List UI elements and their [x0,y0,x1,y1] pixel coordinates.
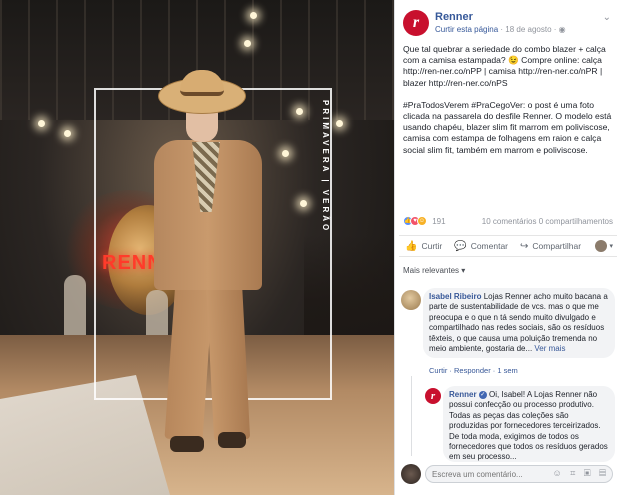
like-page-link[interactable]: Curtir esta página [435,25,498,34]
comment-button[interactable]: 💬 Comentar [448,241,514,252]
collection-label: PRIMAVERA | VERÃO [321,100,330,234]
renner-logo[interactable]: r [425,388,441,404]
stage-light [336,120,343,127]
comment-count[interactable]: 10 comentários [482,217,537,226]
reactions-bar[interactable]: 👍♥ ☺ 191 10 comentários 0 compartilhament… [403,216,613,230]
haha-reaction-icon: ☺ [417,216,427,226]
comment-author[interactable]: Isabel Ribeiro [429,292,481,301]
avatar[interactable] [595,240,608,252]
comment-filter[interactable]: Mais relevantes ▾ [403,266,465,275]
post-date[interactable]: 18 de agosto [505,25,551,34]
post-photo[interactable]: RENNER PRIMAVERA | VERÃO [0,0,394,495]
caret-down-icon: ▾ [461,266,466,275]
post-header: r Renner Curtir esta página · 18 de agos… [403,10,613,46]
comment-actions[interactable]: Curtir · Responder · 1 sem [429,366,518,375]
chevron-down-icon[interactable]: ⌄ [603,12,611,23]
avatar[interactable] [401,290,421,310]
verified-badge-icon: ✓ [478,390,487,399]
comment-bubble: Isabel Ribeiro Lojas Renner acho muito b… [423,288,615,359]
comment-text: Oi, Isabel! A Lojas Renner não possui co… [449,390,608,462]
globe-icon: · ◉ [553,25,566,34]
share-icon: ↪ [520,240,529,252]
stage-light [64,130,71,137]
reply-thread-line [411,376,412,456]
runway-model [140,70,280,470]
post-panel: r Renner Curtir esta página · 18 de agos… [394,0,620,495]
post-text: Que tal quebrar a seriedade do combo bla… [403,44,613,167]
post-paragraph: Que tal quebrar a seriedade do combo bla… [403,44,606,88]
page-name[interactable]: Renner [435,11,473,23]
comment-text: Lojas Renner acho muito bacana a parte d… [429,292,608,354]
share-button[interactable]: ↪ Compartilhar [514,241,587,252]
thumbs-up-icon: 👍 [405,240,418,252]
caret-down-icon[interactable]: ▾ [609,242,613,250]
comment-share-counts[interactable]: 10 comentários 0 compartilhamentos [482,217,613,226]
stage-light [244,40,251,47]
comment-icon: 💬 [454,240,467,252]
comment-tool-icons[interactable]: ☺ ⌗ ▣ ▤ [553,468,609,479]
post-meta: Curtir esta página · 18 de agosto · ◉ [435,25,566,34]
renner-logo[interactable]: r [403,10,429,36]
stage-light [250,12,257,19]
like-button[interactable]: 👍 Curtir [399,241,448,252]
post-paragraph: #PraTodosVerem #PraCegoVer: o post é uma… [403,99,612,155]
reaction-count[interactable]: 191 [432,217,445,226]
avatar [401,464,421,484]
see-more-link[interactable]: Ver mais [534,344,565,353]
share-count[interactable]: 0 compartilhamentos [539,217,613,226]
post-actions: 👍 Curtir 💬 Comentar ↪ Compartilhar ▾ [399,235,617,257]
comment-author[interactable]: Renner [449,390,477,399]
reply-bubble: Renner ✓ Oi, Isabel! A Lojas Renner não … [443,386,615,462]
write-comment-row: ☺ ⌗ ▣ ▤ [399,462,615,486]
stage-light [38,120,45,127]
